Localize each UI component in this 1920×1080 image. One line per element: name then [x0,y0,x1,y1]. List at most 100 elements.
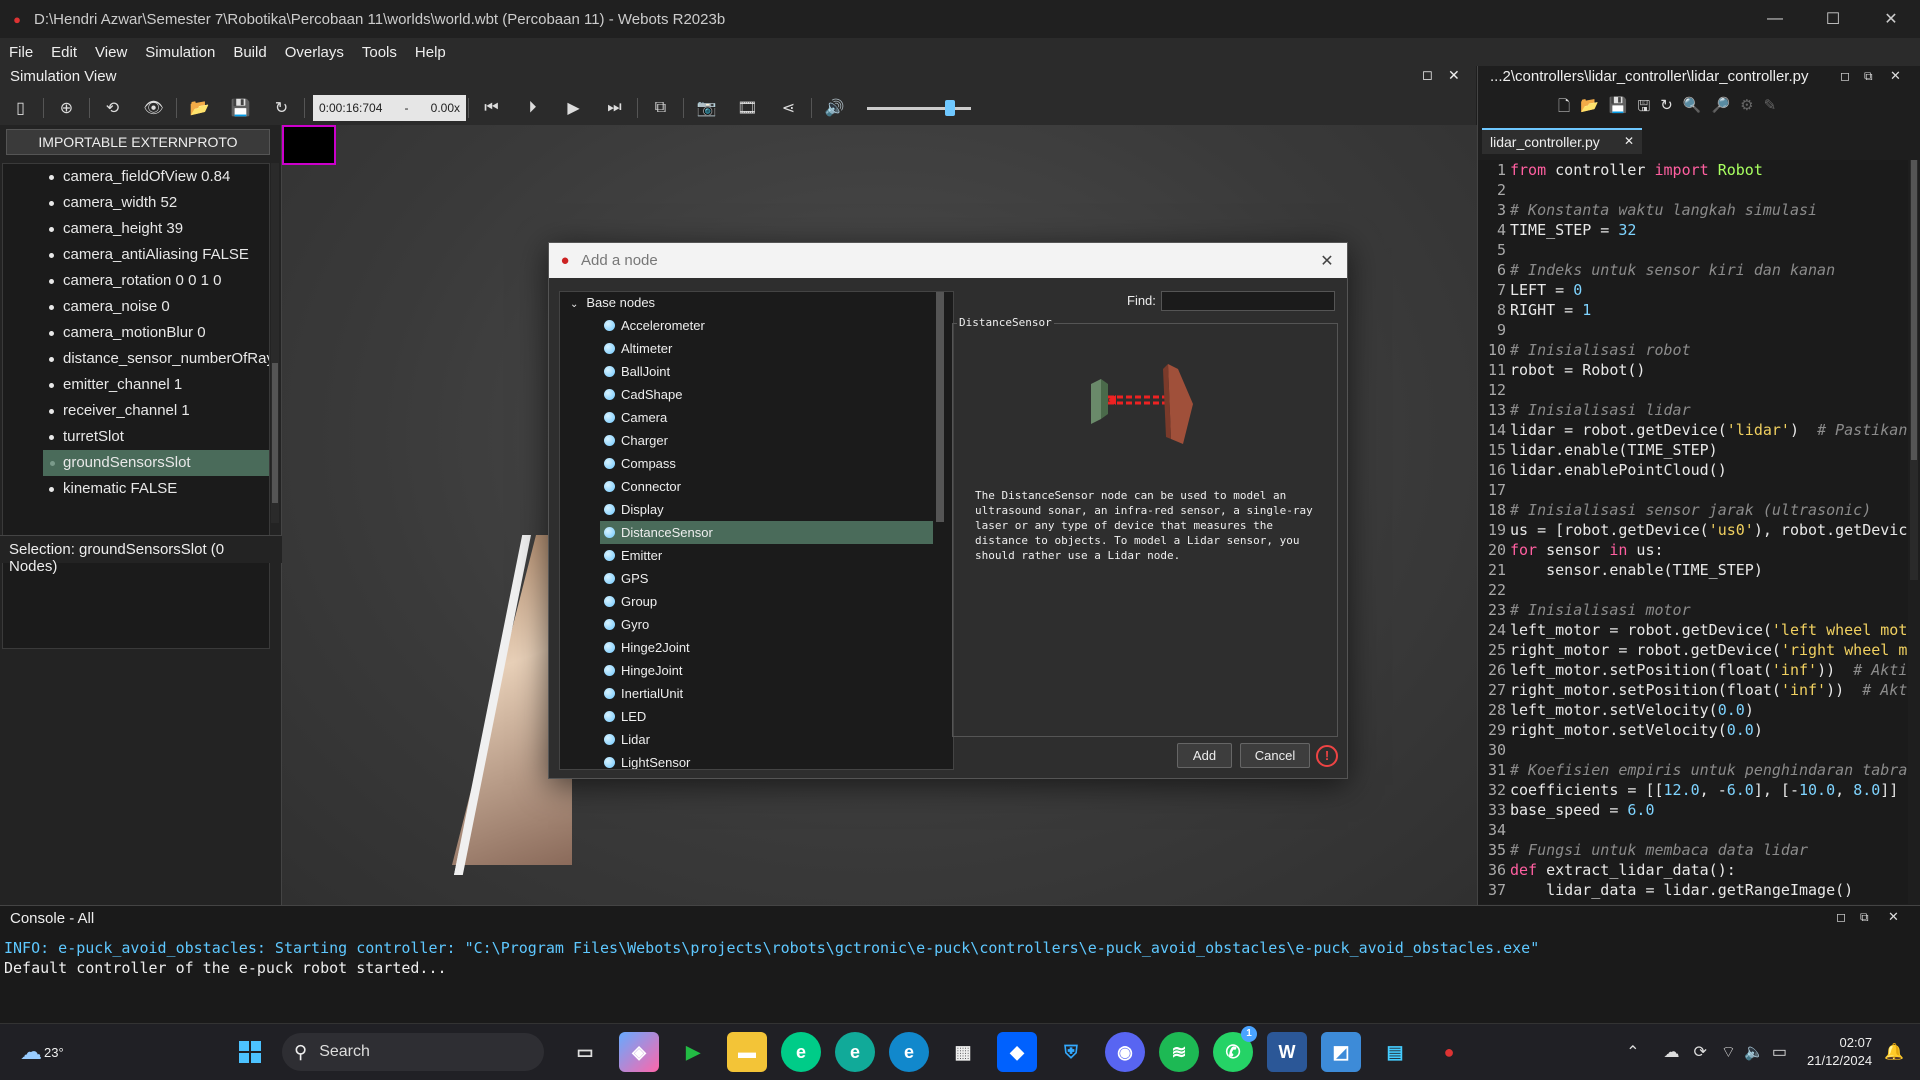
clock[interactable]: 02:07 21/12/2024 [1807,1034,1872,1070]
find-icon[interactable]: 🔍 [1683,96,1702,122]
node-item[interactable]: Compass [560,452,933,475]
code-line[interactable]: 33 base_speed = 6.0 [1478,800,1908,820]
code-line[interactable]: 1 from controller import Robot [1478,160,1908,180]
code-line[interactable]: 32 coefficients = [[12.0, -6.0], [-10.0, … [1478,780,1908,800]
add-button[interactable]: Add [1177,743,1232,768]
code-line[interactable]: 2 [1478,180,1908,200]
code-line[interactable]: 17 [1478,480,1908,500]
node-item[interactable]: BallJoint [560,360,933,383]
code-line[interactable]: 36 def extract_lidar_data(): [1478,860,1908,880]
code-line[interactable]: 31 # Koefisien empiris untuk penghindaran… [1478,760,1908,780]
copilot-icon[interactable]: ◈ [619,1032,659,1072]
node-item[interactable]: Emitter [560,544,933,567]
onedrive-icon[interactable]: ☁ [1664,1042,1680,1062]
maximize-button[interactable]: ☐ [1804,9,1862,29]
code-area[interactable]: 1 from controller import Robot 2 3 # Konstan… [1478,160,1908,904]
code-line[interactable]: 12 [1478,380,1908,400]
node-item[interactable]: CadShape [560,383,933,406]
list-item-selected[interactable]: groundSensorsSlot [43,450,269,476]
menu-tools[interactable]: Tools [353,44,406,61]
file-explorer-icon[interactable]: ▬ [727,1032,767,1072]
list-item[interactable]: emitter_channel 1 [3,372,269,398]
close-tab-icon[interactable]: ✕ [1624,134,1634,148]
play-icon[interactable]: ▶ [553,93,594,123]
code-line[interactable]: 37 lidar_data = lidar.getRangeImage() [1478,880,1908,900]
chevron-down-icon[interactable]: ⌄ [570,299,578,310]
notification-bell-icon[interactable]: 🔔 [1884,1042,1904,1062]
node-item[interactable]: Display [560,498,933,521]
scene-tree-scrollbar[interactable] [271,163,279,523]
battery-icon[interactable]: ▭ [1772,1042,1787,1062]
code-line[interactable]: 10 # Inisialisasi robot [1478,340,1908,360]
defender-icon[interactable]: ⛨ [1051,1032,1091,1072]
speaker-icon[interactable]: 🔈 [1744,1042,1764,1062]
code-line[interactable]: 27 right_motor.setPosition(float('inf')) … [1478,680,1908,700]
fast-forward-icon[interactable]: ⏭ [594,93,635,123]
view-eye-icon[interactable]: 👁 [133,93,174,123]
importable-externproto-button[interactable]: IMPORTABLE EXTERNPROTO [6,129,270,155]
webots-taskbar-icon[interactable]: ● [1429,1032,1469,1072]
find-next-icon[interactable]: 🔎 [1711,96,1730,122]
node-item[interactable]: Accelerometer [560,314,933,337]
float-editor-icon[interactable]: ◻ [1840,69,1850,83]
edge-dev-icon[interactable]: e [781,1032,821,1072]
node-item[interactable]: Gyro [560,613,933,636]
code-line[interactable]: 6 # Indeks untuk sensor kiri dan kanan [1478,260,1908,280]
reset-node-icon[interactable]: ⟲ [92,93,133,123]
code-line[interactable]: 18 # Inisialisasi sensor jarak (ultrasoni… [1478,500,1908,520]
wifi-icon[interactable]: ⌔ [1721,1042,1736,1062]
node-item[interactable]: LightSensor [560,751,933,769]
camera-overlay[interactable] [282,125,336,165]
rendering-icon[interactable]: ⧉ [640,93,681,123]
close-console-icon[interactable]: ✕ [1888,909,1899,925]
menu-edit[interactable]: Edit [42,44,86,61]
discord-icon[interactable]: ◉ [1105,1032,1145,1072]
save-as-icon[interactable]: 🖫 [1637,96,1650,122]
code-line[interactable]: 14 lidar = robot.getDevice('lidar') # Pas… [1478,420,1908,440]
code-line[interactable]: 16 lidar.enablePointCloud() [1478,460,1908,480]
code-line[interactable]: 7 LEFT = 0 [1478,280,1908,300]
build-icon[interactable]: ⚙ [1740,96,1753,122]
sync-icon[interactable]: ⟳ [1694,1042,1707,1062]
share-icon[interactable]: ⋖ [768,93,809,123]
node-item[interactable]: Camera [560,406,933,429]
weather-widget[interactable]: ☁ 23° [20,1039,100,1065]
menu-help[interactable]: Help [406,44,455,61]
menu-view[interactable]: View [86,44,136,61]
editor-scrollbar[interactable] [1910,160,1918,580]
menu-overlays[interactable]: Overlays [276,44,353,61]
code-line[interactable]: 11 robot = Robot() [1478,360,1908,380]
node-item[interactable]: HingeJoint [560,659,933,682]
start-button[interactable] [230,1032,270,1072]
code-line[interactable]: 28 left_motor.setVelocity(0.0) [1478,700,1908,720]
code-line[interactable]: 13 # Inisialisasi lidar [1478,400,1908,420]
close-window-button[interactable]: ✕ [1862,9,1920,29]
node-item-selected[interactable]: DistanceSensor [600,521,933,544]
node-item[interactable]: Group [560,590,933,613]
menu-simulation[interactable]: Simulation [136,44,224,61]
open-world-icon[interactable]: 📂 [179,93,220,123]
new-file-icon[interactable]: 🗋 [1558,96,1570,122]
whatsapp-icon[interactable]: ✆ 1 [1213,1026,1257,1072]
code-line[interactable]: 21 sensor.enable(TIME_STEP) [1478,560,1908,580]
menu-build[interactable]: Build [224,44,275,61]
code-line[interactable]: 20 for sensor in us: [1478,540,1908,560]
code-line[interactable]: 24 left_motor = robot.getDevice('left whe… [1478,620,1908,640]
close-panel-icon[interactable]: ✕ [1448,67,1460,84]
node-tree-scrollbar[interactable] [936,292,944,769]
code-line[interactable]: 26 left_motor.setPosition(float('inf')) #… [1478,660,1908,680]
sheets-icon[interactable]: ▶ [673,1032,713,1072]
list-item[interactable]: turretSlot [3,424,269,450]
list-item[interactable]: receiver_channel 1 [3,398,269,424]
code-line[interactable]: 35 # Fungsi untuk membaca data lidar [1478,840,1908,860]
code-line[interactable]: 5 [1478,240,1908,260]
node-item[interactable]: Connector [560,475,933,498]
code-line[interactable]: 19 us = [robot.getDevice('us0'), robot.ge… [1478,520,1908,540]
node-item[interactable]: Charger [560,429,933,452]
node-item[interactable]: Altimeter [560,337,933,360]
maximize-console-icon[interactable]: ⧉ [1860,910,1869,925]
reset-simulation-icon[interactable]: ⏮ [471,93,512,123]
list-item[interactable]: distance_sensor_numberOfRays [3,346,269,372]
save-file-icon[interactable]: 💾 [1609,96,1628,122]
node-item[interactable]: Hinge2Joint [560,636,933,659]
